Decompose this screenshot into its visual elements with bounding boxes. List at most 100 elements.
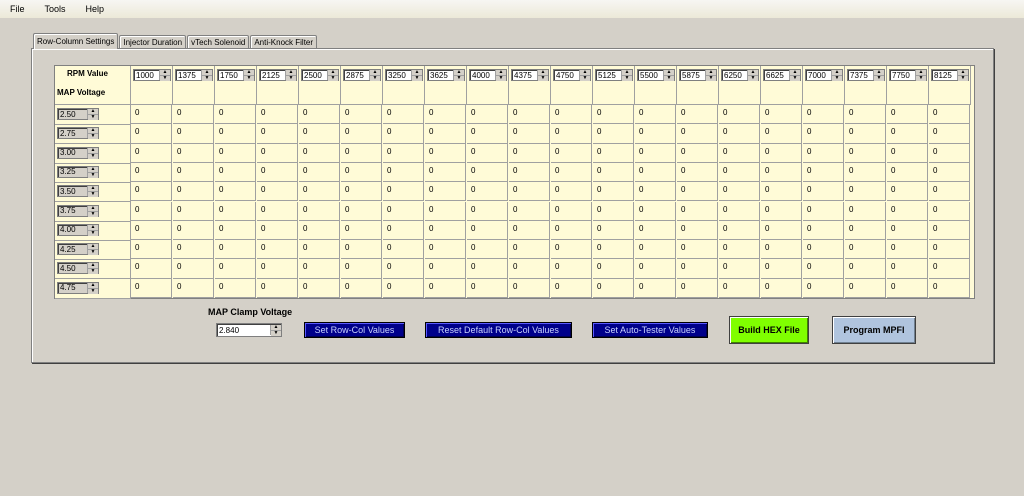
rpm-value-spinner[interactable]: 7375 ▲ ▼: [847, 69, 885, 81]
spinner-arrows[interactable]: ▲ ▼: [87, 147, 98, 159]
grid-cell[interactable]: 0: [719, 201, 760, 221]
grid-cell[interactable]: 0: [761, 278, 802, 298]
set-row-col-values-button[interactable]: Set Row-Col Values: [304, 322, 405, 338]
grid-cell[interactable]: 0: [719, 240, 760, 260]
grid-cell[interactable]: 0: [593, 162, 634, 183]
spinner-arrows[interactable]: ▲ ▼: [411, 70, 422, 81]
grid-cell[interactable]: 0: [131, 143, 172, 163]
rpm-value[interactable]: 1000: [134, 70, 159, 81]
grid-cell[interactable]: 0: [299, 201, 340, 221]
grid-cell[interactable]: 0: [887, 278, 928, 298]
grid-cell[interactable]: 0: [593, 143, 634, 163]
spin-down-icon[interactable]: ▼: [88, 192, 98, 198]
grid-cell[interactable]: 0: [257, 143, 298, 163]
grid-cell[interactable]: 0: [467, 201, 508, 221]
grid-cell[interactable]: 0: [677, 220, 718, 241]
grid-cell[interactable]: 0: [929, 143, 970, 163]
grid-cell[interactable]: 0: [257, 278, 298, 298]
grid-cell[interactable]: 0: [677, 240, 718, 260]
rpm-value[interactable]: 5875: [680, 70, 705, 81]
grid-cell[interactable]: 0: [929, 182, 970, 202]
spinner-arrows[interactable]: ▲ ▼: [243, 70, 254, 81]
rpm-value[interactable]: 5125: [596, 70, 621, 81]
grid-cell[interactable]: 0: [635, 124, 676, 144]
map-voltage-value[interactable]: 4.50: [58, 263, 87, 274]
rpm-value-spinner[interactable]: 6250 ▲ ▼: [721, 69, 759, 81]
rpm-value-spinner[interactable]: 1375 ▲ ▼: [175, 69, 213, 81]
grid-cell[interactable]: 0: [467, 259, 508, 279]
grid-cell[interactable]: 0: [131, 201, 172, 221]
grid-cell[interactable]: 0: [677, 143, 718, 163]
rpm-value-spinner[interactable]: 4375 ▲ ▼: [511, 69, 549, 81]
spin-down-icon[interactable]: ▼: [244, 76, 254, 81]
grid-cell[interactable]: 0: [341, 201, 382, 221]
grid-cell[interactable]: 0: [719, 182, 760, 202]
grid-cell[interactable]: 0: [299, 259, 340, 279]
grid-cell[interactable]: 0: [761, 105, 802, 125]
grid-cell[interactable]: 0: [677, 182, 718, 202]
grid-cell[interactable]: 0: [425, 240, 466, 260]
grid-cell[interactable]: 0: [509, 201, 550, 221]
grid-cell[interactable]: 0: [551, 182, 592, 202]
tab-anti-knock-filter[interactable]: Anti-Knock Filter: [250, 35, 318, 49]
grid-cell[interactable]: 0: [929, 278, 970, 298]
rpm-value[interactable]: 5500: [638, 70, 663, 81]
grid-cell[interactable]: 0: [173, 220, 214, 241]
spinner-arrows[interactable]: ▲ ▼: [957, 70, 968, 81]
grid-cell[interactable]: 0: [131, 162, 172, 183]
grid-cell[interactable]: 0: [509, 182, 550, 202]
map-voltage-spinner[interactable]: 2.50 ▲ ▼: [57, 108, 99, 120]
map-voltage-spinner[interactable]: 4.75 ▲ ▼: [57, 281, 99, 294]
spin-down-icon[interactable]: ▼: [160, 76, 170, 81]
spin-down-icon[interactable]: ▼: [370, 76, 380, 81]
grid-cell[interactable]: 0: [845, 182, 886, 202]
grid-cell[interactable]: 0: [509, 278, 550, 298]
spinner-arrows[interactable]: ▲ ▼: [201, 70, 212, 81]
spinner-arrows[interactable]: ▲ ▼: [285, 70, 296, 81]
grid-cell[interactable]: 0: [803, 124, 844, 144]
grid-cell[interactable]: 0: [635, 240, 676, 260]
grid-cell[interactable]: 0: [299, 220, 340, 241]
spin-down-icon[interactable]: ▼: [580, 76, 590, 81]
spin-down-icon[interactable]: ▼: [622, 76, 632, 81]
spin-down-icon[interactable]: ▼: [874, 76, 884, 81]
rpm-value-spinner[interactable]: 3250 ▲ ▼: [385, 69, 423, 81]
map-voltage-spinner[interactable]: 4.50 ▲ ▼: [57, 262, 99, 275]
grid-cell[interactable]: 0: [887, 105, 928, 125]
rpm-value-spinner[interactable]: 5125 ▲ ▼: [595, 69, 633, 81]
grid-cell[interactable]: 0: [593, 182, 634, 202]
grid-cell[interactable]: 0: [845, 105, 886, 125]
grid-cell[interactable]: 0: [341, 240, 382, 260]
grid-cell[interactable]: 0: [341, 143, 382, 163]
grid-cell[interactable]: 0: [509, 124, 550, 144]
spin-down-icon[interactable]: ▼: [454, 76, 464, 81]
grid-cell[interactable]: 0: [467, 162, 508, 183]
grid-cell[interactable]: 0: [299, 143, 340, 163]
grid-cell[interactable]: 0: [803, 278, 844, 298]
spin-down-icon[interactable]: ▼: [88, 211, 98, 217]
grid-cell[interactable]: 0: [341, 105, 382, 125]
spin-down-icon[interactable]: ▼: [328, 76, 338, 81]
grid-cell[interactable]: 0: [551, 240, 592, 260]
spinner-arrows[interactable]: ▲ ▼: [663, 70, 674, 81]
grid-cell[interactable]: 0: [425, 143, 466, 163]
grid-cell[interactable]: 0: [635, 278, 676, 298]
grid-cell[interactable]: 0: [215, 240, 256, 260]
spin-down-icon[interactable]: ▼: [916, 76, 926, 81]
rpm-value-spinner[interactable]: 8125 ▲ ▼: [931, 69, 969, 81]
grid-cell[interactable]: 0: [551, 162, 592, 183]
grid-cell[interactable]: 0: [383, 124, 424, 144]
rpm-value[interactable]: 6625: [764, 70, 789, 81]
grid-cell[interactable]: 0: [467, 182, 508, 202]
grid-cell[interactable]: 0: [803, 240, 844, 260]
grid-cell[interactable]: 0: [425, 105, 466, 125]
grid-cell[interactable]: 0: [215, 259, 256, 279]
map-voltage-spinner[interactable]: 4.00 ▲ ▼: [57, 223, 99, 236]
grid-cell[interactable]: 0: [215, 124, 256, 144]
grid-cell[interactable]: 0: [341, 162, 382, 183]
grid-cell[interactable]: 0: [593, 201, 634, 221]
grid-cell[interactable]: 0: [131, 259, 172, 279]
grid-cell[interactable]: 0: [635, 162, 676, 183]
rpm-value[interactable]: 6250: [722, 70, 747, 81]
grid-cell[interactable]: 0: [215, 201, 256, 221]
